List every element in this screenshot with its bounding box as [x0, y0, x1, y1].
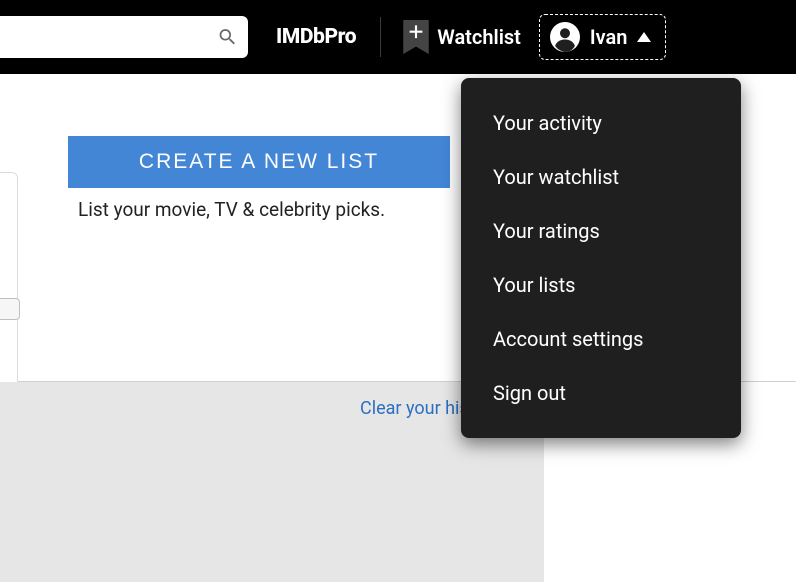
- search-box[interactable]: [0, 16, 248, 58]
- user-menu-button[interactable]: Ivan: [539, 14, 667, 60]
- bookmark-plus-icon: [403, 20, 429, 54]
- menu-item-account-settings[interactable]: Account settings: [461, 312, 741, 366]
- top-nav: IMDbPro Watchlist Ivan: [0, 0, 796, 74]
- caret-up-icon: [637, 32, 651, 42]
- user-name: Ivan: [590, 25, 628, 49]
- divider: [380, 17, 381, 57]
- menu-item-your-watchlist[interactable]: Your watchlist: [461, 150, 741, 204]
- watchlist-button[interactable]: Watchlist: [403, 20, 521, 54]
- search-icon[interactable]: [217, 23, 238, 51]
- user-avatar-icon: [550, 22, 580, 52]
- side-panel-fragment: [0, 172, 18, 412]
- menu-item-sign-out[interactable]: Sign out: [461, 366, 741, 420]
- clear-history-link[interactable]: Clear your his: [360, 398, 469, 419]
- user-dropdown-menu: Your activity Your watchlist Your rating…: [461, 78, 741, 438]
- menu-item-your-activity[interactable]: Your activity: [461, 96, 741, 150]
- side-panel-fragment-button: [0, 298, 20, 320]
- menu-item-your-ratings[interactable]: Your ratings: [461, 204, 741, 258]
- create-new-list-button[interactable]: CREATE A NEW LIST: [68, 136, 450, 188]
- imdbpro-logo[interactable]: IMDbPro: [276, 25, 356, 49]
- search-input[interactable]: [0, 28, 217, 46]
- watchlist-label: Watchlist: [437, 25, 521, 49]
- menu-item-your-lists[interactable]: Your lists: [461, 258, 741, 312]
